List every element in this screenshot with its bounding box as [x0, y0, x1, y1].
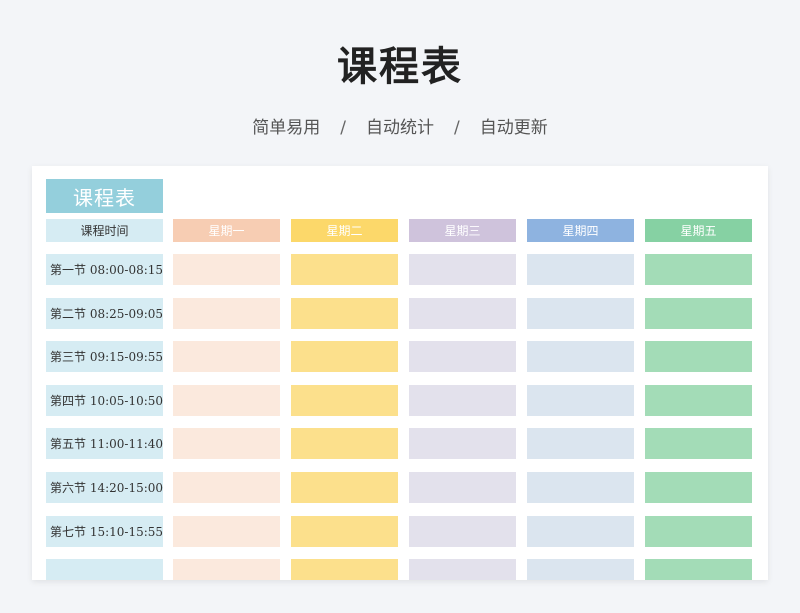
course-cell[interactable] [409, 341, 516, 372]
course-cell[interactable] [291, 516, 398, 547]
day-header-5: 星期五 [645, 219, 752, 242]
course-cell[interactable] [409, 516, 516, 547]
day-header-4: 星期四 [527, 219, 634, 242]
course-cell[interactable] [645, 385, 752, 416]
course-cell[interactable] [173, 428, 280, 459]
period-cell: 第二节 08:25-09:05 [46, 298, 163, 329]
course-cell[interactable] [527, 341, 634, 372]
course-cell[interactable] [527, 428, 634, 459]
period-cell: 第四节 10:05-10:50 [46, 385, 163, 416]
day-header-2: 星期二 [291, 219, 398, 242]
subtitle-item-stats: 自动统计 [366, 118, 434, 138]
course-cell[interactable] [527, 385, 634, 416]
course-cell[interactable] [409, 428, 516, 459]
course-cell[interactable] [291, 298, 398, 329]
course-cell[interactable] [645, 341, 752, 372]
course-cell[interactable] [291, 341, 398, 372]
schedule-sheet: 课程表 课程时间 星期一 星期二 星期三 星期四 星期五第一节 08:00-08:15 第… [32, 166, 768, 580]
course-cell[interactable] [645, 559, 752, 580]
course-cell[interactable] [173, 254, 280, 285]
course-cell[interactable] [291, 472, 398, 503]
course-cell[interactable] [173, 298, 280, 329]
course-cell[interactable] [409, 472, 516, 503]
course-cell[interactable] [645, 428, 752, 459]
course-cell[interactable] [409, 385, 516, 416]
course-cell[interactable] [409, 298, 516, 329]
subtitle-item-easy: 简单易用 [252, 118, 321, 138]
course-cell[interactable] [527, 254, 634, 285]
subtitle-separator: / [454, 118, 460, 138]
period-cell: 第七节 15:10-15:55 [46, 516, 163, 547]
course-cell[interactable] [527, 472, 634, 503]
course-cell[interactable] [291, 428, 398, 459]
course-cell[interactable] [173, 385, 280, 416]
sheet-title: 课程表 [46, 179, 163, 213]
course-cell[interactable] [173, 559, 280, 580]
course-cell[interactable] [291, 559, 398, 580]
course-cell[interactable] [409, 254, 516, 285]
period-cell: 第五节 11:00-11:40 [46, 428, 163, 459]
course-cell[interactable] [291, 254, 398, 285]
course-cell[interactable] [173, 341, 280, 372]
page-subtitle: 简单易用 / 自动统计 / 自动更新 [0, 113, 800, 138]
subtitle-item-update: 自动更新 [479, 118, 548, 138]
course-cell[interactable] [645, 472, 752, 503]
subtitle-separator: / [340, 118, 346, 138]
course-cell[interactable] [409, 559, 516, 580]
page-title: 课程表 [337, 44, 463, 90]
day-header-3: 星期三 [409, 219, 516, 242]
time-column-header: 课程时间 [46, 219, 163, 242]
day-header-1: 星期一 [173, 219, 280, 242]
period-cell: 第六节 14:20-15:00 [46, 472, 163, 503]
period-cell [46, 559, 163, 580]
course-cell[interactable] [645, 298, 752, 329]
course-cell[interactable] [173, 516, 280, 547]
course-cell[interactable] [645, 516, 752, 547]
course-cell[interactable] [527, 298, 634, 329]
course-cell[interactable] [527, 559, 634, 580]
period-cell: 第三节 09:15-09:55 [46, 341, 163, 372]
course-cell[interactable] [291, 385, 398, 416]
course-cell[interactable] [645, 254, 752, 285]
period-cell: 第一节 08:00-08:15 [46, 254, 163, 285]
course-cell[interactable] [527, 516, 634, 547]
course-cell[interactable] [173, 472, 280, 503]
